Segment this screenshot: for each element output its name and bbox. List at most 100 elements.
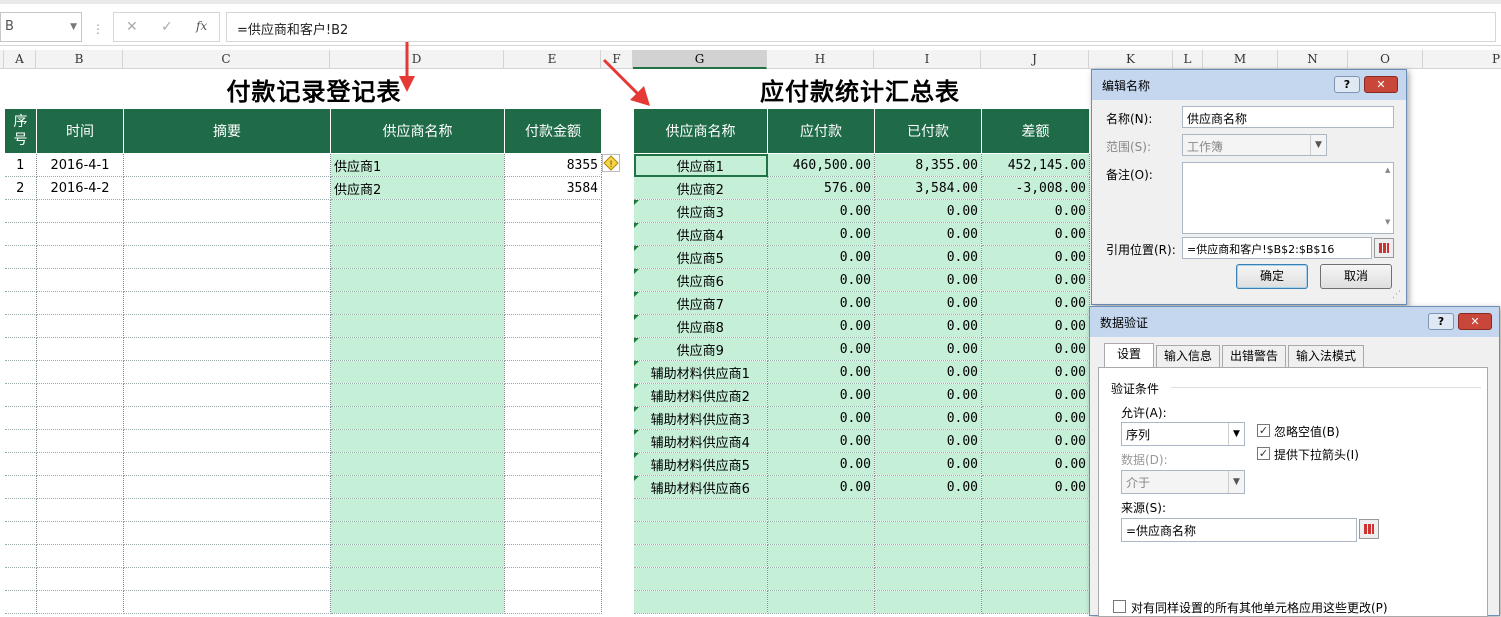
difference-cell[interactable]: 0.00 [981, 383, 1090, 407]
dropdown-arrow-checkbox[interactable]: ✓ [1257, 447, 1270, 460]
cancel-button[interactable]: 取消 [1320, 264, 1392, 289]
empty-cell[interactable] [504, 314, 602, 338]
empty-cell[interactable] [4, 475, 37, 499]
empty-cell[interactable] [36, 337, 124, 361]
empty-cell[interactable] [123, 245, 331, 269]
row-number-cell[interactable]: 2 [4, 176, 37, 200]
empty-cell[interactable] [36, 521, 124, 545]
empty-cell[interactable] [123, 222, 331, 246]
paid-cell[interactable]: 3,584.00 [874, 176, 982, 200]
empty-cell[interactable] [874, 567, 982, 591]
difference-cell[interactable]: 0.00 [981, 245, 1090, 269]
column-header-p[interactable]: P [1423, 50, 1501, 69]
formula-input[interactable]: =供应商和客户!B2 [226, 12, 1496, 42]
empty-cell[interactable] [504, 498, 602, 522]
empty-cell[interactable] [767, 567, 875, 591]
payable-cell[interactable]: 460,500.00 [767, 153, 875, 177]
empty-cell[interactable] [633, 544, 768, 568]
vendor-name-cell[interactable]: 供应商9 [633, 337, 768, 361]
paid-cell[interactable]: 0.00 [874, 199, 982, 223]
empty-cell[interactable] [36, 452, 124, 476]
empty-cell[interactable] [123, 268, 331, 292]
empty-cell[interactable] [36, 590, 124, 614]
empty-cell[interactable] [123, 590, 331, 614]
vendor-name-cell[interactable]: 供应商6 [633, 268, 768, 292]
payable-cell[interactable]: 0.00 [767, 383, 875, 407]
help-icon[interactable]: ? [1334, 76, 1360, 93]
resize-grip-icon[interactable]: ⋰ [1392, 290, 1401, 300]
dialog-titlebar[interactable]: 编辑名称 ? ✕ [1092, 70, 1406, 100]
empty-cell[interactable] [123, 544, 331, 568]
empty-cell[interactable] [4, 268, 37, 292]
empty-cell[interactable] [330, 360, 505, 384]
date-cell[interactable]: 2016-4-1 [36, 153, 124, 177]
empty-cell[interactable] [874, 544, 982, 568]
empty-cell[interactable] [330, 498, 505, 522]
empty-cell[interactable] [874, 521, 982, 545]
empty-cell[interactable] [504, 521, 602, 545]
vendor-name-cell[interactable]: 辅助材料供应商2 [633, 383, 768, 407]
vendor-name-cell[interactable]: 辅助材料供应商3 [633, 406, 768, 430]
allow-select[interactable]: 序列 ▼ [1121, 422, 1245, 446]
empty-cell[interactable] [874, 498, 982, 522]
scroll-up-icon[interactable]: ▲ [1385, 166, 1390, 174]
difference-cell[interactable]: 0.00 [981, 291, 1090, 315]
empty-cell[interactable] [504, 291, 602, 315]
summary-cell[interactable] [123, 153, 331, 177]
date-cell[interactable]: 2016-4-2 [36, 176, 124, 200]
empty-cell[interactable] [504, 360, 602, 384]
apply-all-checkbox[interactable] [1113, 600, 1126, 613]
column-header-j[interactable]: J [981, 50, 1089, 69]
empty-cell[interactable] [123, 567, 331, 591]
vendor-name-cell[interactable]: 辅助材料供应商6 [633, 475, 768, 499]
empty-cell[interactable] [4, 383, 37, 407]
empty-cell[interactable] [504, 567, 602, 591]
tab-error-alert[interactable]: 出错警告 [1222, 345, 1286, 367]
empty-cell[interactable] [330, 337, 505, 361]
paid-cell[interactable]: 0.00 [874, 406, 982, 430]
empty-cell[interactable] [36, 245, 124, 269]
paid-cell[interactable]: 0.00 [874, 222, 982, 246]
empty-cell[interactable] [36, 314, 124, 338]
paid-cell[interactable]: 0.00 [874, 475, 982, 499]
vendor-name-cell[interactable]: 辅助材料供应商5 [633, 452, 768, 476]
empty-cell[interactable] [4, 199, 37, 223]
empty-cell[interactable] [504, 452, 602, 476]
source-field[interactable]: =供应商名称 [1121, 518, 1357, 542]
paid-cell[interactable]: 0.00 [874, 337, 982, 361]
column-header-b[interactable]: B [36, 50, 123, 69]
paid-cell[interactable]: 0.00 [874, 245, 982, 269]
empty-cell[interactable] [330, 567, 505, 591]
empty-cell[interactable] [504, 406, 602, 430]
empty-cell[interactable] [981, 567, 1090, 591]
vendor-name-cell[interactable]: 供应商1 [633, 153, 768, 177]
empty-cell[interactable] [633, 521, 768, 545]
paid-cell[interactable]: 0.00 [874, 360, 982, 384]
empty-cell[interactable] [123, 406, 331, 430]
empty-cell[interactable] [504, 429, 602, 453]
payable-cell[interactable]: 0.00 [767, 222, 875, 246]
name-box[interactable]: B ▼ [0, 12, 82, 42]
empty-cell[interactable] [4, 337, 37, 361]
empty-cell[interactable] [330, 245, 505, 269]
empty-cell[interactable] [767, 498, 875, 522]
empty-cell[interactable] [330, 383, 505, 407]
column-header-m[interactable]: M [1203, 50, 1278, 69]
vendor-name-cell[interactable]: 供应商8 [633, 314, 768, 338]
empty-cell[interactable] [36, 360, 124, 384]
empty-cell[interactable] [330, 452, 505, 476]
vendor-name-cell[interactable]: 供应商3 [633, 199, 768, 223]
column-header-k[interactable]: K [1089, 50, 1173, 69]
vendor-cell[interactable]: 供应商1 [330, 153, 505, 177]
ok-button[interactable]: 确定 [1236, 264, 1308, 289]
column-header-i[interactable]: I [874, 50, 981, 69]
empty-cell[interactable] [874, 590, 982, 614]
empty-cell[interactable] [36, 199, 124, 223]
payable-cell[interactable]: 0.00 [767, 291, 875, 315]
payable-cell[interactable]: 0.00 [767, 268, 875, 292]
scroll-down-icon[interactable]: ▼ [1385, 218, 1390, 226]
column-header-a[interactable]: A [4, 50, 36, 69]
empty-cell[interactable] [767, 521, 875, 545]
vendor-name-cell[interactable]: 供应商5 [633, 245, 768, 269]
difference-cell[interactable]: 0.00 [981, 360, 1090, 384]
